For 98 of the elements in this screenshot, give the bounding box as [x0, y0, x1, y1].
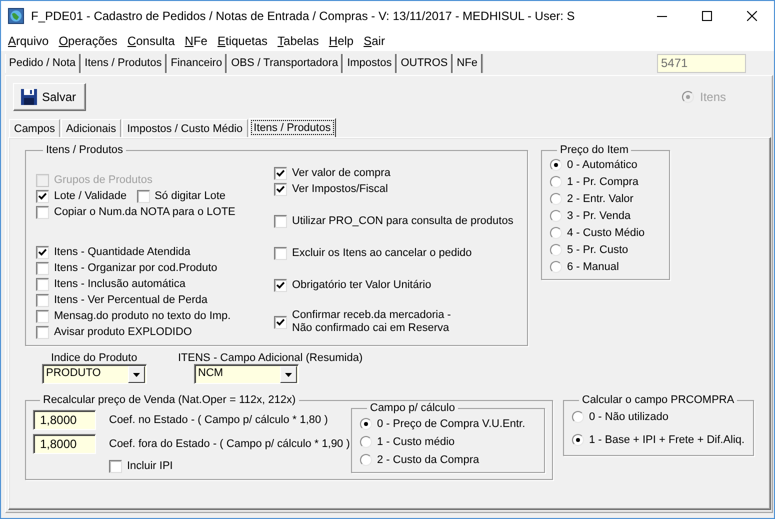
checkbox[interactable] [274, 182, 287, 196]
dropdown-arrow-icon [285, 372, 292, 376]
radio-button[interactable] [550, 176, 562, 188]
radio-label: 5 - Pr. Custo [567, 244, 628, 256]
record-number-field[interactable]: 5471 [657, 54, 746, 72]
checkbox-label: Copiar o Num.da NOTA para o LOTE [54, 206, 236, 218]
tab[interactable]: Itens / Produtos [80, 54, 166, 72]
radio-label: 3 - Pr. Venda [567, 210, 631, 222]
checkbox-label: Itens - Ver Percentual de Perda [54, 294, 208, 306]
radio-button[interactable] [360, 418, 372, 430]
checkbox[interactable] [36, 190, 49, 202]
checkbox[interactable] [109, 460, 122, 472]
menu-item[interactable]: Help [324, 34, 359, 48]
product-index-dropdown[interactable]: PRODUTO [42, 364, 147, 384]
radio-button[interactable] [572, 434, 584, 446]
checkbox[interactable] [36, 310, 49, 322]
checkbox[interactable] [136, 190, 150, 202]
checkbox-label: Itens - Inclusão automática [54, 278, 186, 290]
checkbox-label: Itens - Quantidade Atendida [54, 246, 190, 258]
tab[interactable]: OBS / Transportadora [227, 54, 342, 72]
checkbox-label: Grupos de Produtos [54, 174, 152, 186]
group-title: Campo p/ cálculo [369, 402, 456, 414]
radio-label: 4 - Custo Médio [567, 226, 645, 240]
tab[interactable]: Financeiro [166, 54, 226, 72]
radio-label: 1 - Pr. Compra [567, 176, 639, 188]
radio-button[interactable] [360, 436, 372, 448]
menu-item[interactable]: Tabelas [272, 34, 324, 48]
tab[interactable]: Impostos [343, 54, 396, 72]
radio-label: 0 - Não utilizado [589, 410, 668, 424]
radio-label: 6 - Manual [567, 260, 619, 274]
radio-button[interactable] [550, 159, 562, 171]
checkbox-label: Só digitar Lote [154, 190, 226, 202]
checkbox-label: Confirmar receb.da mercadoria - Não confirmado cai em Reserva [292, 309, 451, 335]
tab[interactable]: Itens / Produtos [248, 118, 336, 137]
checkbox[interactable] [36, 294, 49, 306]
menu-item[interactable]: Operações [54, 34, 122, 48]
radio-label: 1 - Custo médio [377, 436, 455, 448]
coefficient-field[interactable]: 1,8000 [33, 410, 96, 430]
tab[interactable]: Campos [9, 119, 60, 137]
checkbox-label: Utilizar PRO_CON para consulta de produtos [292, 214, 514, 228]
radio-label: 0 - Automático [567, 158, 638, 172]
checkbox[interactable] [36, 206, 49, 218]
radio-button[interactable] [572, 411, 584, 423]
field-label: Indice do Produto [51, 352, 138, 364]
checkbox-label: Mensag.do produto no texto do Imp. [54, 310, 231, 322]
radio-button[interactable] [360, 454, 372, 466]
field-label: ITENS - Campo Adicional (Resumida) [178, 352, 364, 364]
coefficient-field[interactable]: 1,8000 [33, 434, 96, 454]
checkbox-label: Avisar produto EXPLODIDO [54, 326, 192, 338]
checkbox-label: Excluir os Itens ao cancelar o pedido [292, 246, 472, 260]
checkbox[interactable] [36, 246, 49, 258]
checkbox-label: Incluir IPI [127, 460, 173, 472]
checkbox-label: Ver valor de compra [292, 166, 390, 180]
radio-label: 2 - Entr. Valor [567, 192, 634, 206]
checkbox[interactable] [274, 246, 287, 260]
checkbox-label: Obrigatório ter Valor Unitário [292, 278, 432, 292]
menu-item[interactable]: Sair [358, 34, 390, 48]
tab[interactable]: NFe [452, 54, 482, 72]
group-title: Preço do Item [559, 144, 630, 156]
radio-button[interactable] [550, 227, 562, 239]
radio-button[interactable] [550, 261, 562, 273]
dropdown-arrow-icon [133, 372, 140, 376]
checkbox[interactable] [274, 166, 287, 180]
radio-button[interactable] [550, 193, 562, 205]
radio-label: Itens [700, 90, 726, 104]
checkbox[interactable] [36, 278, 49, 290]
checkbox[interactable] [36, 326, 49, 338]
radio-label: 2 - Custo da Compra [377, 454, 480, 466]
menu-item[interactable]: Arquivo [3, 34, 54, 48]
group-title: Calcular o campo PRCOMPRA [581, 394, 736, 406]
checkbox[interactable] [274, 316, 287, 328]
checkbox-label: Ver Impostos/Fiscal [292, 182, 388, 196]
save-button[interactable]: Salvar [13, 82, 86, 110]
checkbox[interactable] [274, 278, 287, 292]
radio-label: 0 - Preço de Compra V.U.Entr. [377, 418, 526, 430]
close-icon [746, 11, 756, 21]
app-globe-icon [8, 8, 24, 24]
checkbox-label: Lote / Validade [54, 190, 127, 202]
window-title: F_PDE01 - Cadastro de Pedidos / Notas de Entrada / Compras - V: 13/11/2017 - MEDHISUL - User: S [31, 9, 575, 23]
group-title: Recalcular preço de Venda (Nat.Oper = 112x, 212x) [42, 394, 297, 406]
tab[interactable]: Adicionais [60, 119, 122, 137]
menu-item[interactable]: Consulta [122, 34, 180, 48]
menu-item[interactable]: NFe [180, 34, 212, 48]
group-title: Itens / Produtos [45, 144, 124, 156]
radio-button[interactable] [550, 210, 562, 222]
coefficient-label: Coef. no Estado - ( Campo p/ cálculo * 1,80 ) [109, 414, 329, 426]
radio-label: 1 - Base + IPI + Frete + Dif.Aliq. [589, 434, 745, 446]
coefficient-label: Coef. fora do Estado - ( Campo p/ cálculo * 1,90 ) [109, 438, 350, 450]
checkbox[interactable] [36, 262, 49, 274]
additional-field-dropdown[interactable]: NCM [194, 364, 299, 384]
tab[interactable]: Impostos / Custo Médio [122, 119, 248, 137]
checkbox-label: Itens - Organizar por cod.Produto [54, 262, 218, 274]
radio-button[interactable] [550, 244, 562, 256]
menu-item[interactable]: Etiquetas [212, 34, 273, 48]
maximize-icon [702, 11, 712, 21]
tab[interactable]: OUTROS [396, 54, 452, 72]
tab[interactable]: Pedido / Nota [5, 54, 80, 72]
checkbox[interactable] [274, 214, 287, 228]
